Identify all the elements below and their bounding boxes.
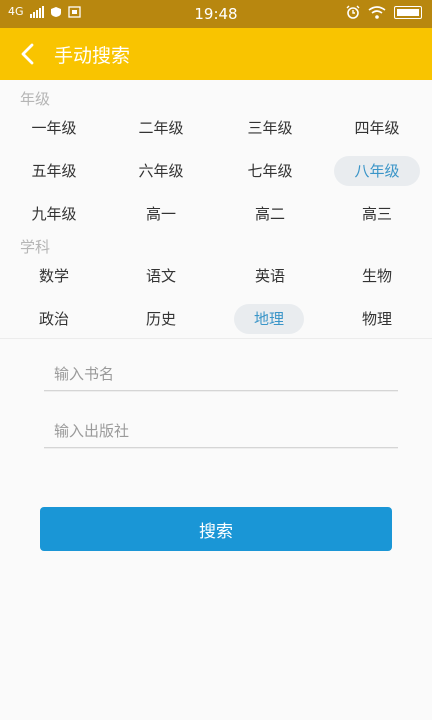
- battery-icon: [394, 5, 422, 19]
- page-title: 手动搜索: [54, 45, 131, 67]
- grade-chip[interactable]: 五年级: [22, 156, 86, 186]
- grade-chip[interactable]: 九年级: [22, 199, 86, 229]
- subject-chip[interactable]: 历史: [129, 304, 193, 334]
- grade-chip[interactable]: 高一: [129, 199, 193, 229]
- back-button[interactable]: [14, 38, 44, 70]
- subject-chip[interactable]: 生物: [345, 261, 409, 291]
- grade-section-label: 年级: [20, 90, 51, 108]
- grade-chip[interactable]: 三年级: [238, 113, 302, 143]
- subject-chip[interactable]: 语文: [129, 261, 193, 291]
- grade-chip[interactable]: 四年级: [345, 113, 409, 143]
- grade-chip[interactable]: 一年级: [22, 113, 86, 143]
- subject-chip[interactable]: 英语: [238, 261, 302, 291]
- subject-chip[interactable]: 数学: [22, 261, 86, 291]
- chevron-left-icon: [21, 43, 34, 65]
- subject-chip-selected[interactable]: 地理: [234, 304, 304, 334]
- grade-chip[interactable]: 七年级: [238, 156, 302, 186]
- subject-chip[interactable]: 政治: [22, 304, 86, 334]
- grade-chip[interactable]: 高三: [345, 199, 409, 229]
- alarm-icon: [346, 5, 360, 19]
- subject-section-label: 学科: [20, 238, 51, 256]
- book-name-input[interactable]: [44, 358, 398, 391]
- status-right: [346, 5, 422, 19]
- subject-chip[interactable]: 物理: [345, 304, 409, 334]
- search-button[interactable]: 搜索: [40, 507, 392, 551]
- app-header: 手动搜索: [0, 28, 432, 80]
- grade-chip[interactable]: 六年级: [129, 156, 193, 186]
- status-bar: 4G 19:48: [0, 0, 432, 28]
- grade-chip[interactable]: 高二: [238, 199, 302, 229]
- publisher-input[interactable]: [44, 415, 398, 448]
- grade-chip-selected[interactable]: 八年级: [334, 156, 420, 186]
- grade-chip[interactable]: 二年级: [129, 113, 193, 143]
- wifi-icon: [368, 5, 386, 19]
- section-divider: [0, 338, 432, 339]
